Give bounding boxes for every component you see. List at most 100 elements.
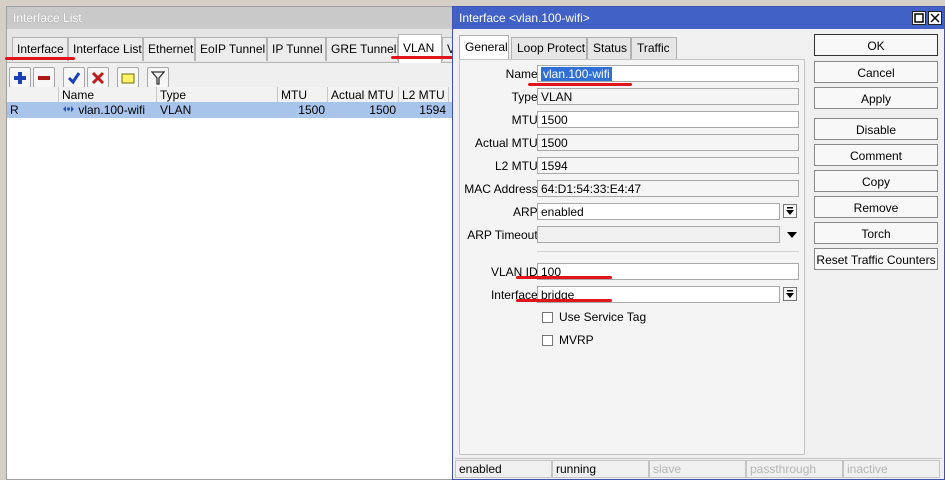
annotation-underline-vlan-id [516,276,612,279]
interface-row: Interface: bridge [460,286,806,304]
remove-button[interactable] [33,67,55,88]
table-row[interactable]: R vlan.100-wifi VLAN 1500 1500 1594 [7,102,455,118]
tab-status[interactable]: Status [587,37,631,59]
interface-dialog: Interface <vlan.100-wifi> General Loop P… [452,6,945,480]
l2-mtu-label: L2 MTU: [494,159,541,173]
reset-traffic-counters-button[interactable]: Reset Traffic Counters [814,248,938,270]
comment-icon [121,73,135,83]
interface-list-title: Interface List [7,7,455,29]
column-l2-mtu[interactable]: L2 MTU [399,87,449,103]
mtu-input[interactable]: 1500 [537,111,799,128]
mvrp-label: MVRP [559,333,594,347]
mac-address-field: 64:D1:54:33:E4:47 [537,180,799,197]
tab-interface-list[interactable]: Interface List [68,37,143,61]
name-value: vlan.100-wifi [541,67,612,81]
column-flag[interactable] [7,87,59,103]
use-service-tag-checkbox[interactable] [542,312,553,323]
status-enabled: enabled [455,460,552,478]
actual-mtu-row: Actual MTU: 1500 [460,134,806,152]
arp-row: ARP: enabled [460,203,806,221]
enable-icon [67,71,81,84]
use-service-tag-label: Use Service Tag [559,310,647,324]
tab-traffic[interactable]: Traffic [631,37,677,59]
dropdown-icon [786,207,794,215]
interface-table-header: Name Type MTU Actual MTU L2 MTU V [7,87,457,103]
tab-gre-tunnel[interactable]: GRE Tunnel [326,37,398,61]
annotation-underline-vlan-tab [391,56,455,59]
ok-button[interactable]: OK [814,34,938,56]
row-l2-mtu: 1594 [419,103,446,117]
mac-address-row: MAC Address: 64:D1:54:33:E4:47 [460,180,806,198]
row-name: vlan.100-wifi [78,103,146,117]
type-field: VLAN [537,88,799,105]
status-passthrough: passthrough [746,460,843,478]
arp-select[interactable]: enabled [537,203,780,220]
remove-icon [38,75,50,80]
disable-button[interactable] [87,67,109,88]
annotation-underline-name [528,83,632,86]
tab-general[interactable]: General [459,35,509,61]
interface-dropdown-button[interactable] [783,287,797,301]
vlan-id-row: VLAN ID: 100 [460,263,806,281]
vlan-icon [63,106,74,112]
row-mtu: 1500 [298,103,325,117]
copy-button[interactable]: Copy [814,170,938,192]
row-actual-mtu: 1500 [369,103,396,117]
row-name-cell: vlan.100-wifi [59,102,157,118]
name-label: Name: [505,67,541,81]
row-type: VLAN [160,103,192,117]
filter-icon [151,70,165,85]
comment-button[interactable] [117,67,139,88]
tab-ip-tunnel[interactable]: IP Tunnel [267,37,326,61]
filter-button[interactable] [147,67,169,88]
column-actual-mtu[interactable]: Actual MTU [328,87,399,103]
l2-mtu-field: 1594 [537,157,799,174]
column-type[interactable]: Type [157,87,278,103]
disable-icon [91,71,105,84]
arp-timeout-input[interactable] [537,226,780,243]
tab-eoip-tunnel[interactable]: EoIP Tunnel [195,37,267,61]
general-form: Name: vlan.100-wifi Type: VLAN MTU: 1500… [459,59,805,455]
arp-dropdown-button[interactable] [783,204,797,218]
actual-mtu-field: 1500 [537,134,799,151]
dialog-title-bar: Interface <vlan.100-wifi> [453,7,944,29]
status-running: running [552,460,649,478]
row-flag: R [10,103,19,117]
l2-mtu-row: L2 MTU: 1594 [460,157,806,175]
maximize-icon [914,13,924,23]
interface-list-window: Interface List Interface Interface List … [5,6,457,480]
status-bar: enabled running slave passthrough inacti… [455,458,942,478]
mtu-row: MTU: 1500 [460,111,806,129]
disable-interface-button[interactable]: Disable [814,118,938,140]
status-slave: slave [649,460,746,478]
mac-address-label: MAC Address: [464,182,541,196]
dialog-title: Interface <vlan.100-wifi> [459,11,590,25]
column-mtu[interactable]: MTU [278,87,328,103]
column-name[interactable]: Name [59,87,157,103]
type-row: Type: VLAN [460,88,806,106]
arp-timeout-label: ARP Timeout: [467,228,541,242]
chevron-down-icon[interactable] [786,230,798,240]
name-input[interactable]: vlan.100-wifi [537,65,799,82]
annotation-underline-interface-tab [5,57,75,60]
cancel-button[interactable]: Cancel [814,61,938,83]
remove-interface-button[interactable]: Remove [814,196,938,218]
status-inactive: inactive [843,460,940,478]
comment-dialog-button[interactable]: Comment [814,144,938,166]
maximize-button[interactable] [912,11,926,25]
tab-loop-protect[interactable]: Loop Protect [511,37,587,59]
torch-button[interactable]: Torch [814,222,938,244]
apply-button[interactable]: Apply [814,87,938,109]
add-button[interactable] [9,67,31,88]
dropdown-icon [786,290,794,298]
close-icon [930,13,940,23]
separator [537,251,799,252]
enable-button[interactable] [63,67,85,88]
add-icon [14,71,26,84]
mvrp-checkbox[interactable] [542,335,553,346]
arp-timeout-row: ARP Timeout: [460,226,806,244]
tab-ethernet[interactable]: Ethernet [143,37,195,61]
annotation-underline-interface [516,299,612,302]
close-button[interactable] [928,11,942,25]
name-row: Name: vlan.100-wifi [460,65,806,83]
